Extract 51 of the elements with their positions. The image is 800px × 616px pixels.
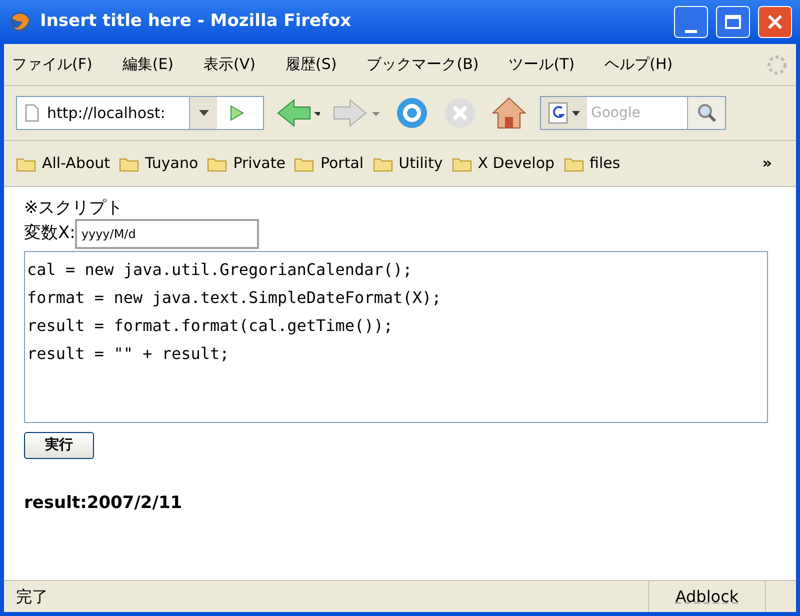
page-icon bbox=[25, 104, 39, 122]
caret-icon bbox=[572, 110, 580, 116]
search-bar[interactable]: Google bbox=[540, 96, 726, 130]
menu-item[interactable]: ファイル(F) bbox=[12, 53, 92, 76]
caret-icon bbox=[198, 110, 208, 116]
window-title: Insert title here - Mozilla Firefox bbox=[40, 10, 352, 34]
adblock-button[interactable]: Adblock bbox=[648, 581, 766, 612]
folder-icon bbox=[119, 156, 140, 172]
bookmark-folder[interactable]: Portal bbox=[294, 152, 364, 175]
folder-icon bbox=[207, 156, 228, 172]
search-icon bbox=[696, 103, 716, 123]
script-field[interactable]: cal = new java.util.GregorianCalendar(); format = new java.text.SimpleDateFormat(X); result = format.format(cal.getTime()); result = "" + result; bbox=[24, 251, 768, 423]
reload-icon[interactable] bbox=[394, 95, 430, 131]
search-engine-button[interactable] bbox=[541, 97, 587, 129]
throbber-icon bbox=[766, 54, 788, 76]
bookmark-folder[interactable]: Private bbox=[207, 152, 286, 175]
heading: ※スクリプト bbox=[24, 197, 124, 219]
play-icon bbox=[230, 105, 244, 121]
menu-item[interactable]: ブックマーク(B) bbox=[366, 53, 479, 76]
variable-label: 変数X: bbox=[24, 222, 76, 246]
search-field[interactable]: Google bbox=[587, 102, 687, 124]
status-text: 完了 bbox=[15, 586, 49, 608]
result-text: result:2007/2/11 bbox=[24, 492, 184, 515]
menu-item[interactable]: 履歴(S) bbox=[286, 53, 337, 76]
folder-icon bbox=[452, 156, 472, 172]
folder-icon bbox=[372, 156, 393, 172]
maximize-button[interactable] bbox=[716, 6, 750, 38]
folder-icon bbox=[16, 156, 36, 172]
search-button[interactable] bbox=[687, 97, 725, 129]
more-bookmarks-button[interactable]: » bbox=[762, 152, 772, 175]
menu-item[interactable]: ヘルプ(H) bbox=[604, 53, 673, 76]
bookmark-folder[interactable]: All-About bbox=[16, 152, 110, 175]
bookmark-folder[interactable]: Utility bbox=[372, 152, 443, 175]
bookmark-folder[interactable]: files bbox=[564, 152, 620, 175]
close-button[interactable] bbox=[758, 6, 792, 38]
url-field[interactable]: http://localhost: bbox=[47, 102, 189, 124]
menu-item[interactable]: 編集(E) bbox=[122, 53, 174, 76]
address-bar[interactable]: http://localhost: bbox=[16, 96, 264, 130]
menu-item[interactable]: ツール(T) bbox=[508, 53, 575, 76]
folder-icon bbox=[294, 156, 314, 172]
menu-item[interactable]: 表示(V) bbox=[204, 53, 256, 76]
back-icon[interactable] bbox=[276, 98, 320, 128]
variable-field[interactable]: yyyy/M/d bbox=[75, 219, 260, 249]
home-icon[interactable] bbox=[490, 95, 528, 131]
minimize-button[interactable] bbox=[674, 6, 708, 38]
bookmark-folder[interactable]: Tuyano bbox=[119, 152, 198, 175]
close-icon bbox=[767, 14, 783, 30]
folder-icon bbox=[564, 156, 584, 172]
run-button[interactable]: 実行 bbox=[24, 432, 94, 459]
bookmark-folder[interactable]: X Develop bbox=[452, 152, 555, 175]
dropdown-button[interactable] bbox=[189, 97, 217, 129]
